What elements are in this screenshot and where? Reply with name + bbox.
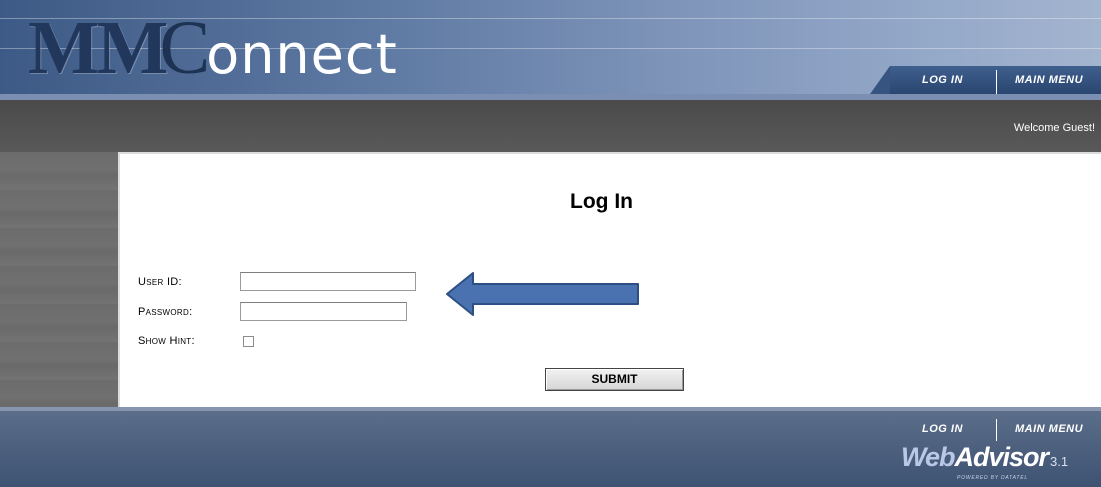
user-id-label: User ID:	[138, 276, 182, 288]
welcome-text: Welcome Guest!	[1013, 122, 1095, 134]
user-id-input[interactable]	[240, 272, 416, 291]
welcome-band	[0, 100, 1101, 152]
nav-main-menu-link[interactable]: MAIN MENU	[1015, 66, 1083, 94]
footer-main-menu-link[interactable]: MAIN MENU	[1015, 416, 1083, 442]
footer-login-link[interactable]: LOG IN	[922, 416, 963, 442]
page-title: Log In	[570, 190, 633, 213]
footer-nav-separator	[996, 419, 997, 441]
mmconnect-logo[interactable]: MMConnect	[28, 8, 398, 88]
brand-web: Web	[901, 442, 956, 472]
nav-separator	[996, 70, 997, 94]
annotation-arrow-icon	[446, 272, 639, 316]
password-label: Password:	[138, 306, 193, 318]
brand-version: 3.1	[1050, 454, 1069, 469]
logo-c: C	[159, 6, 211, 90]
password-input[interactable]	[240, 302, 407, 321]
webadvisor-logo: WebAdvisor 3.1	[901, 442, 1068, 473]
logo-mm: MM	[28, 6, 168, 90]
bottom-nav: LOG IN MAIN MENU	[890, 416, 1101, 442]
show-hint-label: Show Hint:	[138, 335, 195, 347]
left-sidebar	[0, 152, 118, 407]
submit-button[interactable]: SUBMIT	[545, 368, 684, 391]
powered-by-text: POWERED BY DATATEL	[957, 475, 1028, 481]
top-nav: LOG IN MAIN MENU	[890, 66, 1101, 94]
nav-login-link[interactable]: LOG IN	[922, 66, 963, 94]
brand-advisor: Advisor	[954, 442, 1050, 472]
logo-connect: onnect	[206, 23, 398, 86]
show-hint-checkbox[interactable]	[243, 336, 254, 347]
footer-top-bar	[0, 407, 1101, 411]
top-nav-wedge	[870, 66, 890, 94]
